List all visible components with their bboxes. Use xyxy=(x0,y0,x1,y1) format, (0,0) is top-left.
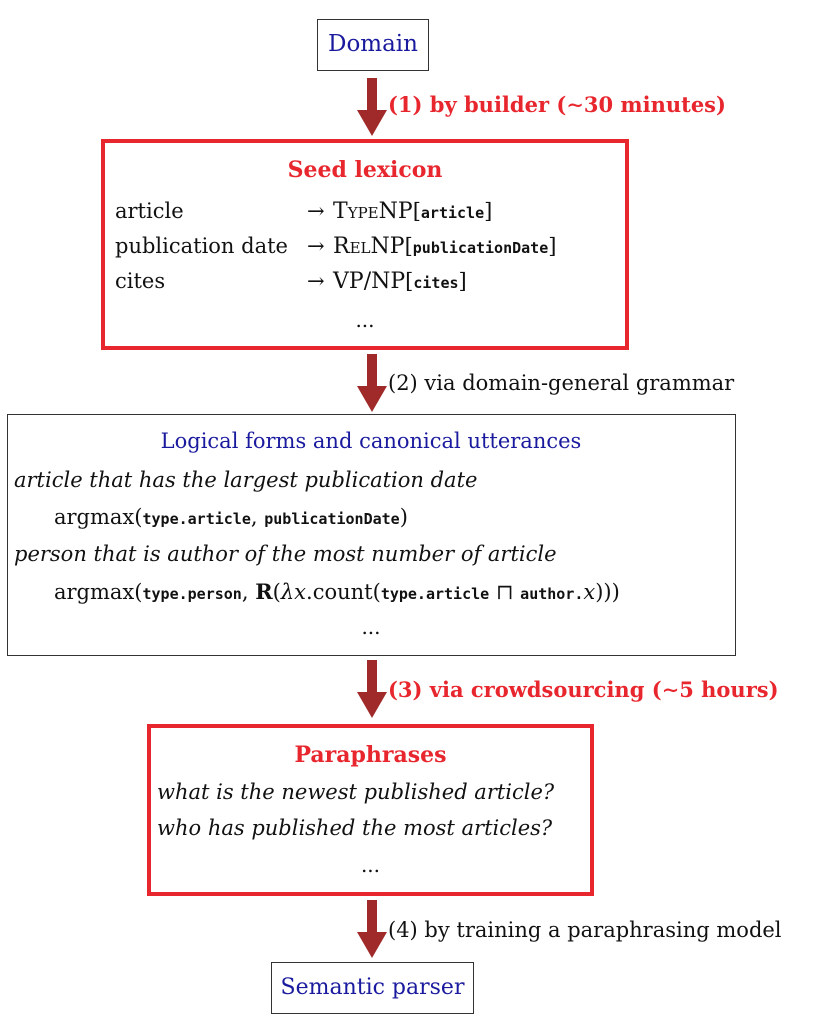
arrow-down-icon xyxy=(357,354,387,412)
canonical-utterance: article that has the largest publication… xyxy=(14,468,478,492)
arrow-right-icon: → xyxy=(307,269,325,293)
semantic-parser-label: Semantic parser xyxy=(280,975,465,1000)
lexicon-category: TYPENP[article] xyxy=(333,199,493,224)
paraphrases-title: Paraphrases xyxy=(294,742,447,768)
lexicon-category: VP/NP[cites] xyxy=(333,269,467,294)
lexicon-word: article xyxy=(115,199,184,223)
step-4-label: (4) by training a paraphrasing model xyxy=(388,918,782,942)
step-2-label: (2) via domain-general grammar xyxy=(388,371,735,395)
semantic-parser-node: Semantic parser xyxy=(271,962,474,1014)
lexicon-category: RELNP[publicationDate] xyxy=(333,234,557,259)
domain-node: Domain xyxy=(317,19,429,71)
step-3-label: (3) via crowdsourcing (∼5 hours) xyxy=(388,677,779,702)
seed-lexicon-ellipsis: ... xyxy=(355,308,375,332)
arrow-down-icon xyxy=(357,660,387,718)
canonical-utterance: person that is author of the most number… xyxy=(14,542,557,566)
arrow-right-icon: → xyxy=(307,234,325,258)
paraphrase-item: what is the newest published article? xyxy=(157,780,555,804)
lexicon-word: publication date xyxy=(115,234,288,258)
seed-lexicon-title: Seed lexicon xyxy=(287,157,443,183)
logical-form: argmax(type.article, publicationDate) xyxy=(54,505,408,529)
logical-forms-title: Logical forms and canonical utterances xyxy=(160,429,582,453)
paraphrase-item: who has published the most articles? xyxy=(157,816,553,840)
logical-forms-node: Logical forms and canonical utterances a… xyxy=(7,414,736,656)
lexicon-word: cites xyxy=(115,269,166,293)
logical-form: argmax(type.person, R(λx.count(type.arti… xyxy=(54,579,620,604)
domain-label: Domain xyxy=(328,31,418,57)
seed-lexicon-node: Seed lexicon article → TYPENP[article] p… xyxy=(101,139,629,350)
logical-forms-ellipsis: ... xyxy=(361,615,381,639)
paraphrases-node: Paraphrases what is the newest published… xyxy=(147,724,594,896)
arrow-down-icon xyxy=(357,900,387,958)
arrow-down-icon xyxy=(357,78,387,136)
arrow-right-icon: → xyxy=(307,199,325,223)
paraphrases-ellipsis: ... xyxy=(360,853,381,877)
step-1-label: (1) by builder (∼30 minutes) xyxy=(388,92,726,117)
